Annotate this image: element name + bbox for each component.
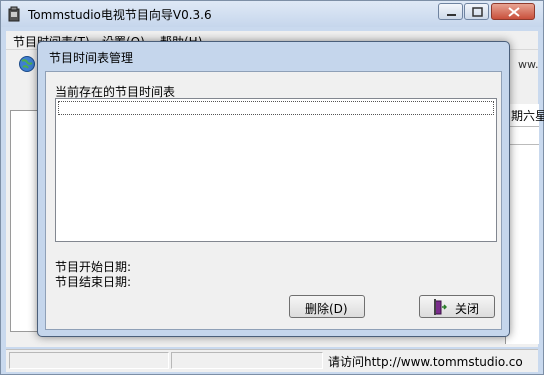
- minimize-button[interactable]: [438, 3, 463, 20]
- close-icon: [508, 7, 520, 17]
- schedule-grid[interactable]: [505, 104, 539, 344]
- statusbar: 请访问http://www.tommstudio.co: [6, 349, 538, 372]
- grid-line: [506, 126, 539, 127]
- delete-button-label: 删除(D): [305, 302, 348, 316]
- main-window-title: Tommstudio电视节目向导V0.3.6: [28, 8, 212, 22]
- status-text: 请访问http://www.tommstudio.co: [328, 355, 523, 369]
- schedule-manager-dialog: 节目时间表管理 当前存在的节目时间表 节目开始日期: 节目结束日期: 删除(D)…: [37, 41, 510, 337]
- delete-button[interactable]: 删除(D): [289, 295, 365, 318]
- window-close-button[interactable]: [491, 3, 535, 20]
- dialog-title: 节目时间表管理: [49, 51, 134, 65]
- app-icon: [8, 6, 20, 22]
- toolbar-url-text: ww.: [518, 58, 539, 71]
- schedule-listbox[interactable]: [55, 98, 497, 242]
- maximize-button[interactable]: [464, 3, 489, 20]
- main-titlebar: Tommstudio电视节目向导V0.3.6: [1, 1, 543, 27]
- globe-icon[interactable]: [18, 55, 36, 73]
- list-focus-row[interactable]: [58, 101, 494, 115]
- status-pane: [9, 352, 169, 369]
- dialog-client-area: 当前存在的节目时间表 节目开始日期: 节目结束日期: 删除(D) 关闭: [45, 71, 502, 330]
- end-date-label: 节目结束日期:: [55, 275, 132, 289]
- close-button[interactable]: 关闭: [419, 295, 495, 318]
- grid-column-header: 期六星: [511, 109, 544, 123]
- exit-door-icon: [434, 299, 447, 315]
- dialog-titlebar[interactable]: 节目时间表管理: [38, 42, 509, 69]
- minimize-icon: [447, 14, 456, 16]
- close-button-label: 关闭: [455, 302, 480, 316]
- status-pane: [171, 352, 323, 369]
- maximize-icon: [472, 7, 483, 17]
- grid-line: [506, 144, 539, 145]
